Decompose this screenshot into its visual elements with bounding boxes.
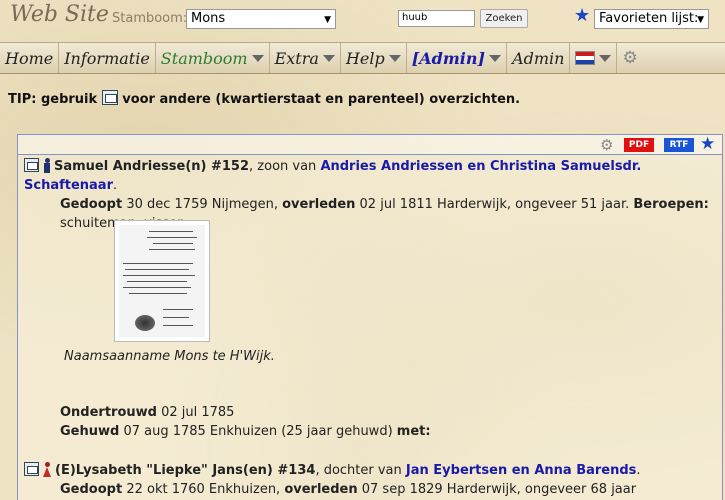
married-text: 07 aug 1785 Enkhuizen (25 jaar gehuwd): [119, 424, 397, 439]
content-toolbar: ⚙ PDF RTF ★: [18, 134, 722, 155]
nav-extra-label: Extra: [274, 48, 319, 68]
seal-stamp: [135, 315, 155, 331]
marriage-info: Ondertrouwd 02 jul 1785 Gehuwd 07 aug 17…: [24, 403, 714, 441]
person-relation: , zoon van: [249, 159, 321, 174]
nav-admin-bracket[interactable]: [Admin]: [407, 43, 508, 73]
report-icon: [101, 90, 118, 105]
content-panel: ⚙ PDF RTF ★ Samuel Andriesse(n) #152, zo…: [17, 134, 723, 500]
nav-stamboom-label: Stamboom: [160, 48, 248, 68]
baptized-text: 22 okt 1760 Enkhuizen,: [122, 482, 285, 497]
nav-admin-bracket-label: [Admin]: [411, 48, 486, 68]
nav-home-label: Home: [5, 48, 54, 68]
baptized-label: Gedoopt: [60, 482, 123, 497]
nav-admin[interactable]: Admin: [507, 43, 571, 73]
favorites-select[interactable]: Favorieten lijst: ▼: [594, 9, 709, 29]
search-input[interactable]: huub: [398, 10, 475, 27]
betrothed-text: 02 jul 1785: [156, 405, 235, 420]
main-nav: Home Informatie Stamboom Extra Help [Adm…: [0, 42, 725, 74]
dropdown-arrow-icon: [322, 54, 335, 62]
nav-stamboom[interactable]: Stamboom: [156, 43, 270, 73]
person-name[interactable]: (E)Lysabeth "Liepke" Jans(en) #134: [55, 463, 315, 478]
report-icon[interactable]: [24, 158, 39, 172]
punctuation: .: [636, 463, 641, 478]
nav-help-label: Help: [345, 48, 385, 68]
top-bar: Web Site Stamboom: Mons ▼ huub Zoeken ★ …: [0, 0, 725, 36]
document-image[interactable]: [114, 220, 210, 342]
report-icon[interactable]: [24, 462, 39, 476]
nav-extra[interactable]: Extra: [270, 43, 341, 73]
document-scan: [119, 225, 205, 337]
favorites-select-value: Favorieten lijst:: [599, 11, 699, 26]
rtf-button[interactable]: RTF: [664, 138, 694, 152]
person-relation: , dochter van: [315, 463, 406, 478]
baptized-label: Gedoopt: [60, 197, 123, 212]
baptized-text: 30 dec 1759 Nijmegen,: [122, 197, 283, 212]
dropdown-arrow-icon: [599, 54, 612, 62]
died-text: 02 jul 1811 Harderwijk, ongeveer 51 jaar…: [355, 197, 634, 212]
image-caption: Naamsaanname Mons te H'Wijk.: [64, 349, 275, 364]
dropdown-arrow-icon: [251, 54, 264, 62]
tip-text: TIP: gebruik voor andere (kwartierstaat …: [8, 90, 520, 107]
person-entry: (E)Lysabeth "Liepke" Jans(en) #134, doch…: [24, 461, 714, 499]
star-icon[interactable]: ★: [700, 134, 715, 154]
dutch-flag-icon: [575, 51, 596, 65]
nav-admin-label: Admin: [512, 48, 565, 68]
tip-suffix: voor andere (kwartierstaat en parenteel)…: [122, 92, 521, 107]
person-name[interactable]: Samuel Andriesse(n) #152: [54, 159, 249, 174]
dropdown-arrow-icon: [388, 54, 401, 62]
parents-link[interactable]: Jan Eybertsen en Anna Barends: [406, 463, 637, 478]
nav-informatie-label: Informatie: [64, 48, 150, 68]
betrothed-label: Ondertrouwd: [60, 405, 157, 420]
tree-select-value: Mons: [191, 11, 226, 26]
nav-home[interactable]: Home: [0, 43, 60, 73]
tip-prefix: TIP: gebruik: [8, 92, 98, 107]
died-label: overleden: [284, 482, 358, 497]
died-text: 07 sep 1829 Harderwijk, ongeveer 68 jaar: [357, 482, 637, 497]
married-label: Gehuwd: [60, 424, 120, 439]
female-icon: [43, 462, 52, 477]
died-label: overleden: [282, 197, 356, 212]
occupations-label: Beroepen:: [633, 197, 709, 212]
male-icon: [43, 158, 51, 173]
site-title[interactable]: Web Site: [10, 2, 109, 27]
stamboom-label: Stamboom:: [112, 11, 188, 26]
nav-help[interactable]: Help: [341, 43, 407, 73]
nav-informatie[interactable]: Informatie: [59, 43, 156, 73]
chevron-down-icon: ▼: [697, 15, 704, 25]
search-button[interactable]: Zoeken: [480, 9, 528, 28]
pdf-button[interactable]: PDF: [624, 138, 654, 152]
with-label: met:: [396, 424, 431, 439]
nav-language[interactable]: [570, 43, 618, 73]
gear-icon: ⚙: [622, 48, 638, 68]
nav-settings[interactable]: ⚙: [617, 43, 642, 73]
dropdown-arrow-icon: [489, 54, 502, 62]
tree-select[interactable]: Mons ▼: [186, 9, 336, 29]
gear-icon[interactable]: ⚙: [600, 136, 613, 154]
star-icon[interactable]: ★: [574, 5, 590, 26]
chevron-down-icon: ▼: [324, 15, 331, 25]
punctuation: .: [113, 178, 118, 193]
